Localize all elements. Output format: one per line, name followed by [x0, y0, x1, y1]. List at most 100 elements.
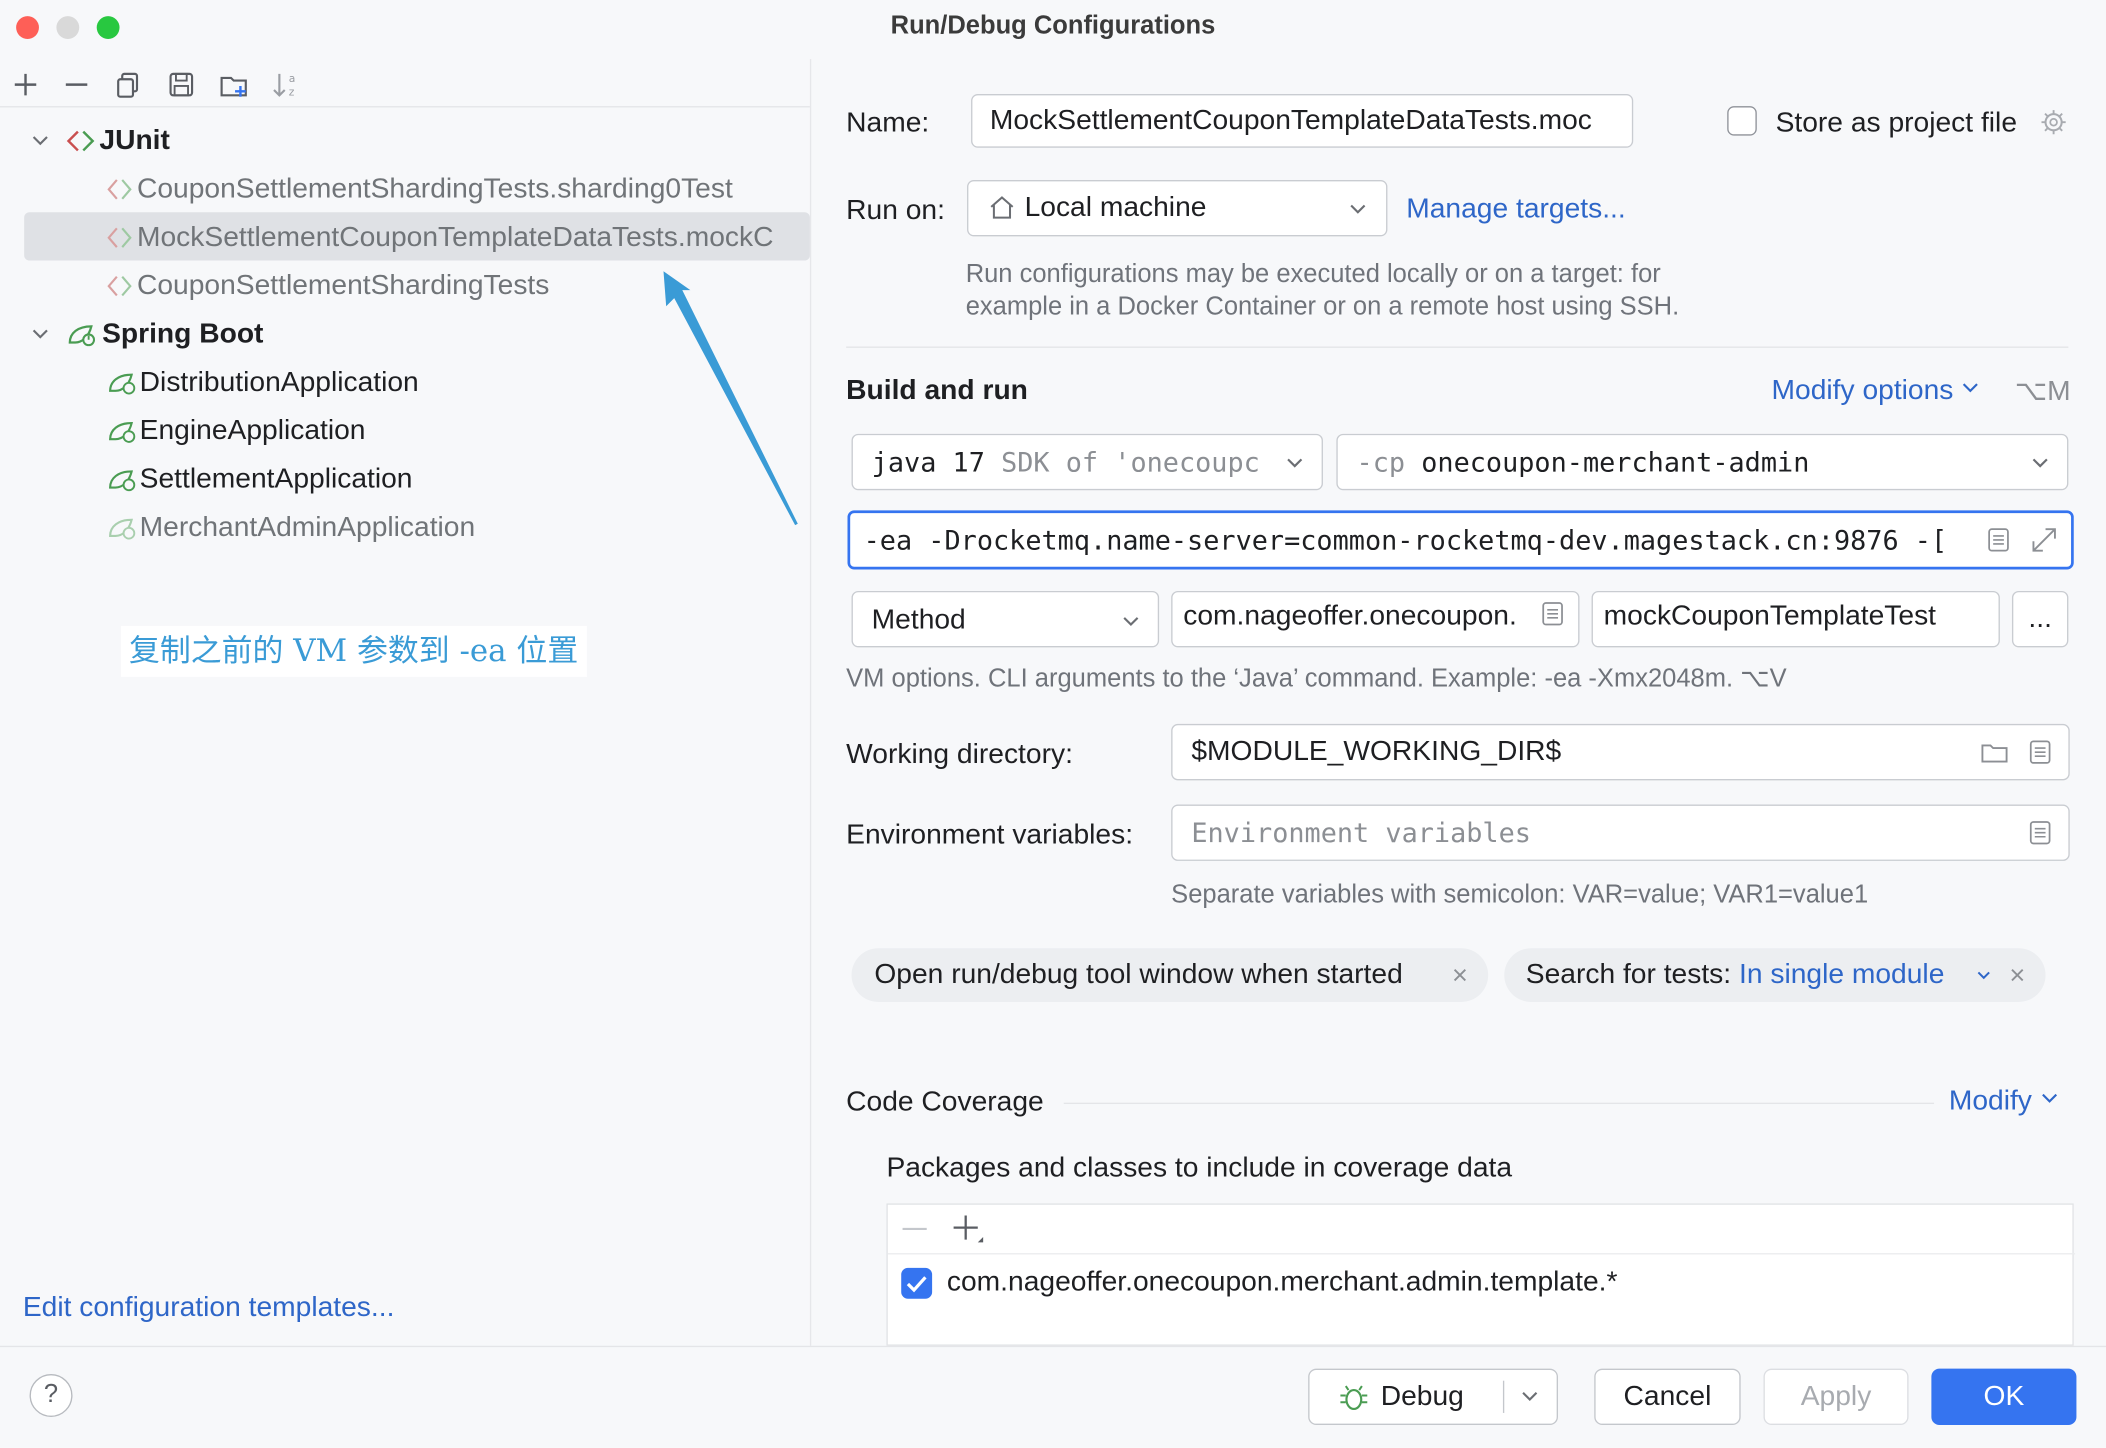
classpath-module-dropdown[interactable]: -cp onecoupon-merchant-admin — [1336, 433, 2069, 491]
chevron-down-icon — [2041, 1093, 2057, 1103]
expand-field-icon[interactable] — [2028, 524, 2060, 556]
expand-text-icon[interactable] — [2027, 739, 2054, 766]
chevron-down-icon[interactable] — [31, 132, 50, 151]
folder-icon[interactable] — [1980, 739, 2010, 766]
spring-boot-app-icon — [109, 422, 136, 444]
chevron-down-icon — [1977, 971, 1990, 980]
copy-icon[interactable] — [111, 67, 146, 102]
build-and-run-title: Build and run — [846, 374, 1028, 406]
spring-boot-app-icon — [109, 470, 136, 492]
working-directory-label: Working directory: — [846, 738, 1073, 770]
tree-group-label: Spring Boot — [102, 318, 264, 350]
chevron-down-icon — [1350, 204, 1366, 214]
spring-boot-app-icon — [109, 519, 136, 541]
split-divider — [1502, 1380, 1505, 1413]
modify-options-link[interactable]: Modify options — [1772, 375, 1981, 407]
environment-variables-hint: Separate variables with semicolon: VAR=v… — [1171, 881, 1869, 910]
apply-button[interactable]: Apply — [1763, 1368, 1909, 1426]
run-debug-dialog: Run/Debug Configurations az JUnit Coupon… — [0, 0, 2106, 1448]
tree-item[interactable]: DistributionApplication — [105, 360, 419, 406]
modify-options-shortcut: ⌥M — [2014, 376, 2071, 407]
chevron-down-icon[interactable] — [1520, 1387, 1539, 1406]
footer-divider — [0, 1345, 2106, 1348]
tree-group-junit[interactable]: JUnit — [64, 118, 170, 164]
tree-item[interactable]: CouponSettlementShardingTests.sharding0T… — [105, 167, 733, 213]
section-divider — [1063, 1102, 1935, 1105]
tree-item-selected[interactable]: MockSettlementCouponTemplateDataTests.mo… — [105, 215, 774, 261]
tree-item[interactable]: CouponSettlementShardingTests — [105, 263, 550, 309]
junit-test-icon — [107, 228, 132, 249]
coverage-item-checkbox[interactable] — [901, 1267, 933, 1299]
chevron-down-icon — [1963, 383, 1979, 393]
test-kind-dropdown[interactable]: Method — [851, 590, 1160, 648]
method-field[interactable]: mockCouponTemplateTest — [1591, 590, 2000, 648]
new-folder-icon[interactable] — [216, 67, 251, 102]
annotation-arrow-icon — [663, 271, 798, 526]
junit-icon — [66, 131, 95, 152]
chevron-down-icon — [1123, 617, 1139, 627]
tree-item[interactable]: MerchantAdminApplication — [105, 505, 475, 551]
annotation-label: 复制之前的 VM 参数到 -ea 位置 — [120, 625, 587, 677]
junit-test-icon — [107, 276, 132, 297]
manage-targets-link[interactable]: Manage targets... — [1406, 193, 1626, 225]
coverage-packages-label: Packages and classes to include in cover… — [886, 1152, 1513, 1184]
coverage-item-label: com.nageoffer.onecoupon.merchant.admin.t… — [946, 1266, 1618, 1298]
svg-text:a: a — [289, 72, 296, 85]
working-directory-field[interactable]: $MODULE_WORKING_DIR$ — [1171, 723, 2070, 781]
chevron-down-icon — [2032, 458, 2048, 468]
run-on-hint: Run configurations may be executed local… — [965, 260, 1680, 322]
chevron-down-icon — [1285, 453, 1305, 473]
sort-icon[interactable]: az — [269, 67, 304, 102]
close-icon[interactable] — [1451, 966, 1470, 985]
ok-button[interactable]: OK — [1931, 1368, 2077, 1426]
tree-item[interactable]: EngineApplication — [105, 408, 366, 454]
tree-group-spring-boot[interactable]: Spring Boot — [64, 312, 263, 358]
remove-icon[interactable] — [899, 1214, 931, 1244]
name-field[interactable]: MockSettlementCouponTemplateDataTests.mo… — [971, 94, 1634, 148]
section-divider — [846, 346, 2069, 348]
coverage-modify-link[interactable]: Modify — [1949, 1085, 2059, 1117]
expand-text-icon[interactable] — [1985, 526, 2012, 553]
list-toolbar-divider — [887, 1253, 2076, 1255]
vm-options-field[interactable]: -ea -Drocketmq.name-server=common-rocket… — [847, 510, 2074, 570]
class-field[interactable]: com.nageoffer.onecoupon. — [1171, 590, 1580, 648]
debug-label: Debug — [1380, 1380, 1464, 1412]
save-icon[interactable] — [164, 67, 199, 102]
vm-options-hint: VM options. CLI arguments to the ‘Java’ … — [846, 664, 1787, 694]
home-icon — [990, 196, 1014, 219]
store-as-project-file-label: Store as project file — [1775, 107, 2018, 139]
environment-variables-field[interactable]: Environment variables — [1171, 804, 2070, 861]
environment-variables-label: Environment variables: — [846, 819, 1134, 851]
browse-method-button[interactable]: ... — [2011, 590, 2069, 648]
cancel-button[interactable]: Cancel — [1594, 1368, 1741, 1426]
add-icon[interactable] — [948, 1211, 986, 1246]
code-coverage-title: Code Coverage — [846, 1086, 1044, 1118]
search-for-tests-option-chip[interactable]: Search for tests: In single module — [1504, 948, 2046, 1002]
remove-icon[interactable] — [59, 67, 94, 102]
configuration-tree-panel: az JUnit CouponSettlementShardingTests.s… — [0, 59, 812, 1346]
coverage-packages-list: com.nageoffer.onecoupon.merchant.admin.t… — [886, 1203, 2076, 1346]
tree-group-label: JUnit — [99, 124, 170, 156]
close-icon[interactable] — [2008, 966, 2027, 985]
help-button[interactable]: ? — [29, 1373, 73, 1417]
bug-icon — [1340, 1385, 1368, 1410]
open-tool-window-option-chip[interactable]: Open run/debug tool window when started — [851, 948, 1489, 1002]
junit-test-icon — [107, 179, 132, 201]
browse-icon[interactable] — [1539, 600, 1566, 627]
run-on-dropdown[interactable]: Local machine — [967, 179, 1388, 237]
spring-boot-icon — [68, 325, 96, 347]
expand-text-icon[interactable] — [2027, 819, 2054, 846]
jre-dropdown[interactable]: java 17 SDK of 'onecoupc — [851, 433, 1323, 491]
toolbar-divider — [0, 106, 810, 108]
name-label: Name: — [846, 107, 930, 139]
tree-item[interactable]: SettlementApplication — [105, 457, 412, 503]
store-as-project-file-checkbox[interactable] — [1727, 106, 1757, 136]
edit-configuration-templates-link[interactable]: Edit configuration templates... — [23, 1292, 395, 1324]
run-on-label: Run on: — [846, 194, 945, 226]
gear-icon[interactable] — [2039, 107, 2069, 137]
add-icon[interactable] — [8, 67, 43, 102]
svg-text:z: z — [289, 85, 295, 98]
window-title: Run/Debug Configurations — [890, 12, 1216, 41]
chevron-down-icon[interactable] — [31, 325, 50, 344]
debug-split-button[interactable]: Debug — [1308, 1368, 1558, 1426]
